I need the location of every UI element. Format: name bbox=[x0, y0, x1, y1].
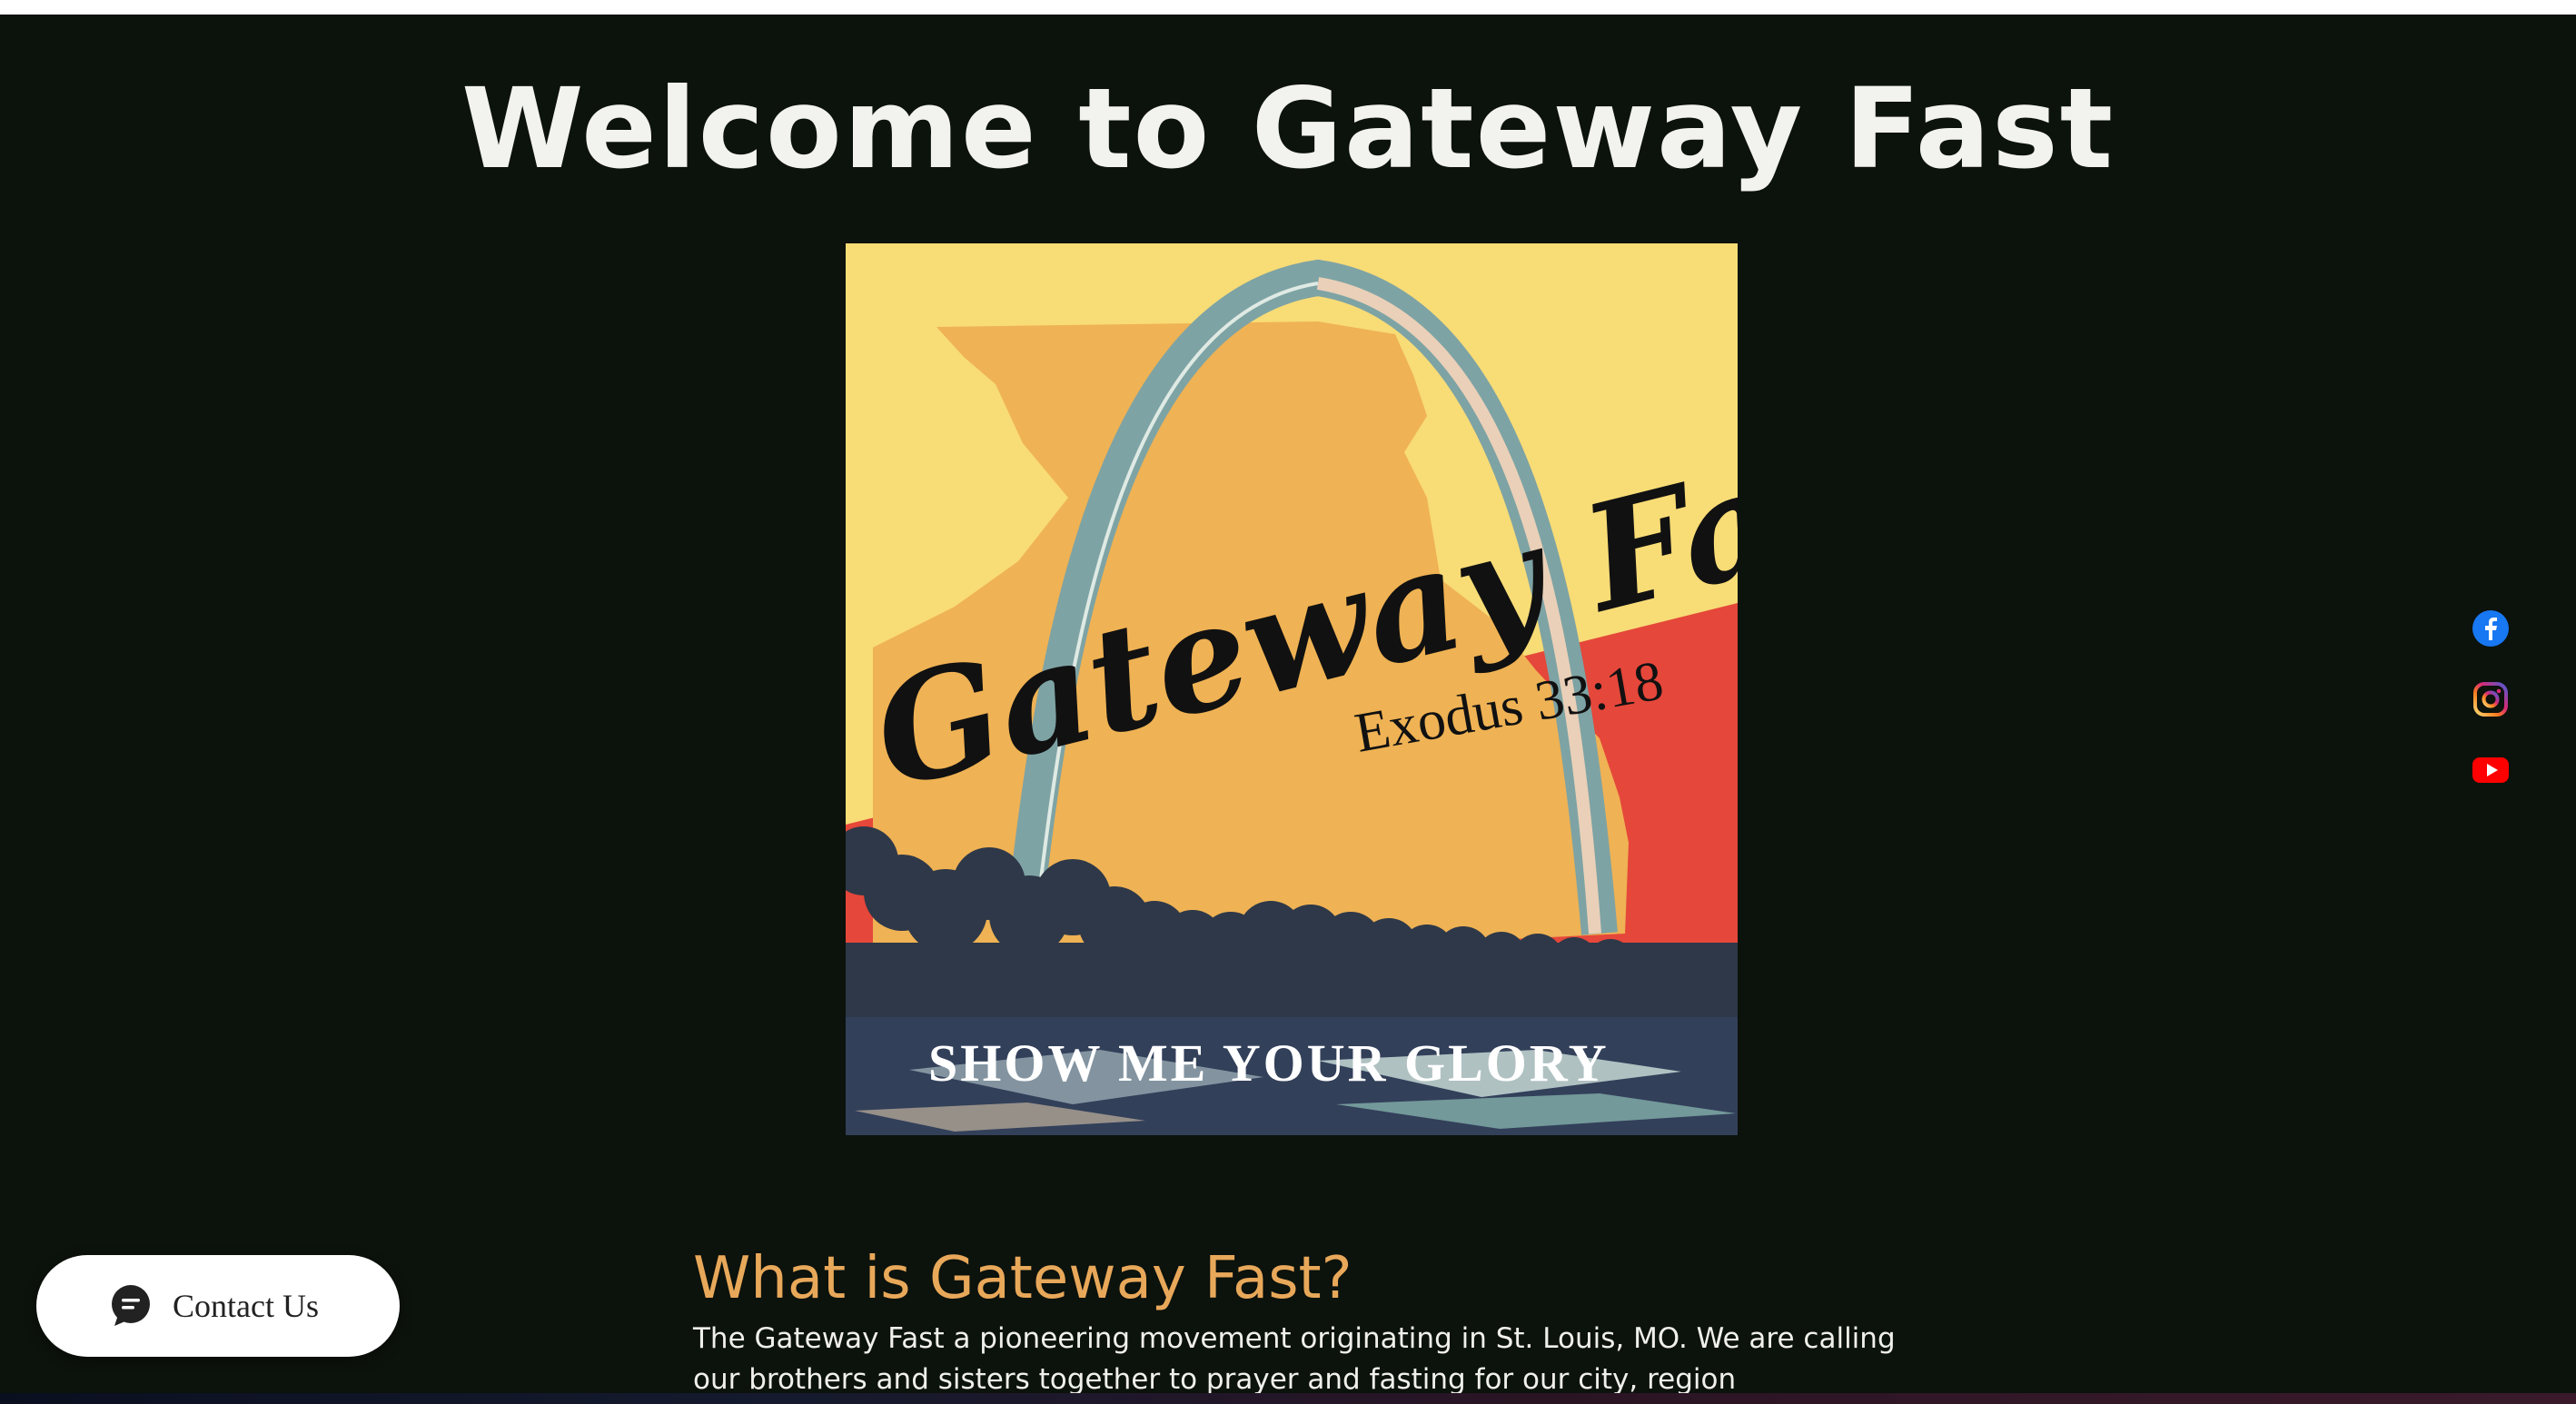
contact-us-label: Contact Us bbox=[173, 1288, 319, 1324]
instagram-icon[interactable] bbox=[2472, 681, 2509, 717]
bottom-edge-strip bbox=[0, 1393, 2576, 1404]
banner-tagline: SHOW ME YOUR GLORY bbox=[928, 1033, 1610, 1093]
page-title: Welcome to Gateway Fast bbox=[461, 64, 2115, 193]
contact-us-button[interactable]: Contact Us bbox=[36, 1255, 400, 1357]
youtube-icon[interactable] bbox=[2472, 752, 2509, 788]
chat-bubble-icon bbox=[112, 1285, 150, 1326]
facebook-icon[interactable] bbox=[2472, 610, 2509, 647]
about-section-title: What is Gateway Fast? bbox=[693, 1245, 1352, 1312]
about-section-body: The Gateway Fast a pioneering movement o… bbox=[693, 1322, 1896, 1396]
gateway-fast-banner-image: Gateway Fast Exodus 33:18 SHOW ME YOUR G… bbox=[846, 243, 1738, 1135]
browser-top-strip bbox=[0, 0, 2576, 15]
page: Welcome to Gateway Fast Gateway Fast Exo… bbox=[0, 0, 2576, 1404]
social-bar bbox=[2472, 610, 2512, 823]
